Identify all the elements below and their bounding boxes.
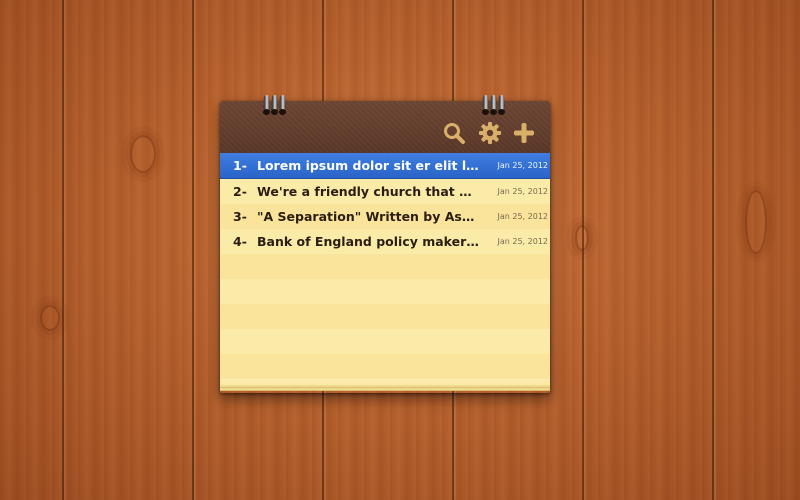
- note-date: Jan 25, 2012: [497, 212, 549, 221]
- wood-knot: [575, 225, 589, 251]
- search-button[interactable]: [442, 121, 466, 145]
- note-number: 3-: [233, 209, 247, 224]
- note-title: Bank of England policy makers vote...: [257, 234, 479, 249]
- note-date: Jan 25, 2012: [497, 237, 549, 246]
- binder-rings-right: [482, 95, 505, 115]
- note-number: 4-: [233, 234, 247, 249]
- note-date: Jan 25, 2012: [497, 161, 549, 170]
- plus-icon: [514, 123, 534, 143]
- notes-list: 1- Lorem ipsum dolor sit er elit lamet, …: [220, 153, 550, 385]
- settings-button[interactable]: [478, 121, 502, 145]
- empty-line[interactable]: [220, 279, 550, 305]
- note-number: 2-: [233, 184, 247, 199]
- wood-knot: [745, 190, 767, 254]
- add-note-button[interactable]: [512, 121, 536, 145]
- note-title: "A Separation" Written by Asghar F...: [257, 209, 479, 224]
- empty-line[interactable]: [220, 354, 550, 380]
- note-number: 1-: [233, 158, 247, 173]
- notepad-cover: [220, 95, 550, 154]
- wood-knot: [40, 305, 60, 331]
- empty-line[interactable]: [220, 304, 550, 330]
- search-icon: [444, 123, 465, 144]
- notepad-window: 1- Lorem ipsum dolor sit er elit lamet, …: [220, 95, 550, 393]
- note-row[interactable]: 1- Lorem ipsum dolor sit er elit lamet, …: [220, 153, 550, 179]
- binder-rings-left: [263, 95, 286, 115]
- gear-icon: [479, 122, 501, 144]
- note-row[interactable]: 3- "A Separation" Written by Asghar F...…: [220, 204, 550, 230]
- empty-line[interactable]: [220, 329, 550, 355]
- note-row[interactable]: 2- We're a friendly church that woul... …: [220, 179, 550, 205]
- wood-knot: [130, 135, 156, 173]
- note-title: Lorem ipsum dolor sit er elit lamet, ...: [257, 158, 479, 173]
- note-date: Jan 25, 2012: [497, 187, 549, 196]
- empty-line[interactable]: [220, 254, 550, 280]
- note-title: We're a friendly church that woul...: [257, 184, 479, 199]
- note-row[interactable]: 4- Bank of England policy makers vote...…: [220, 229, 550, 255]
- page-edge: [220, 388, 550, 391]
